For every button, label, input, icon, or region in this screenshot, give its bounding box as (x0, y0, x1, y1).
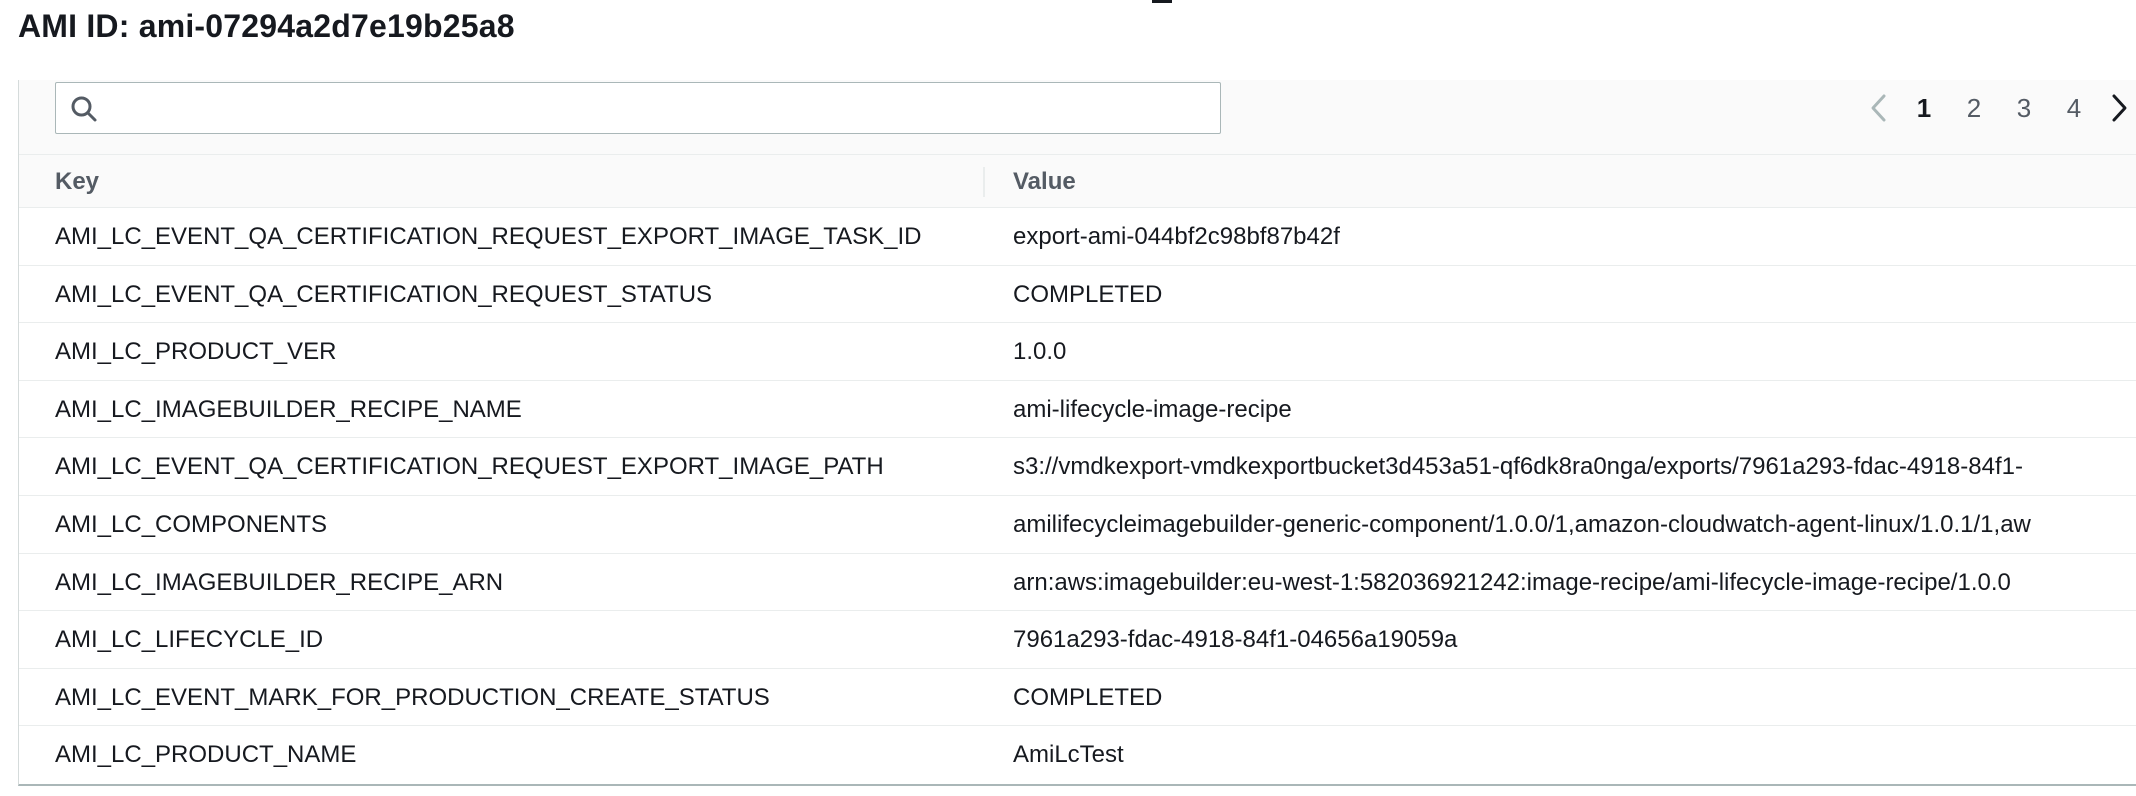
tag-value-cell: 1.0.0 (1013, 338, 1067, 366)
tags-panel: 1 2 3 4 Key Value AMI_LC_EVENT_QA_CERTIF… (18, 80, 2136, 786)
table-row: AMI_LC_EVENT_QA_CERTIFICATION_REQUEST_EX… (19, 208, 2136, 266)
tag-value-cell: 7961a293-fdac-4918-84f1-04656a19059a (1013, 626, 1458, 654)
tag-key-cell: AMI_LC_PRODUCT_NAME (55, 741, 357, 769)
next-page-button[interactable] (2099, 86, 2136, 130)
tag-value-cell: amilifecycleimagebuilder-generic-compone… (1013, 510, 2031, 538)
table-row: AMI_LC_IMAGEBUILDER_RECIPE_NAME ami-life… (19, 381, 2136, 439)
table-row: AMI_LC_LIFECYCLE_ID 7961a293-fdac-4918-8… (19, 611, 2136, 669)
tag-value-cell: s3://vmdkexport-vmdkexportbucket3d453a51… (1013, 453, 2023, 481)
tag-value-cell: COMPLETED (1013, 683, 1163, 711)
previous-page-button[interactable] (1859, 86, 1899, 130)
search-icon (70, 95, 98, 123)
table-body: AMI_LC_EVENT_QA_CERTIFICATION_REQUEST_EX… (19, 208, 2136, 784)
column-header-key[interactable]: Key (55, 155, 99, 209)
tag-key-cell: AMI_LC_LIFECYCLE_ID (55, 626, 324, 654)
tag-key-cell: AMI_LC_EVENT_MARK_FOR_PRODUCTION_CREATE_… (55, 683, 770, 711)
column-resizer[interactable] (983, 167, 985, 197)
table-row: AMI_LC_PRODUCT_VER 1.0.0 (19, 323, 2136, 381)
tag-key-cell: AMI_LC_COMPONENTS (55, 510, 328, 538)
table-toolbar: 1 2 3 4 (19, 80, 2136, 154)
tag-value-cell: ami-lifecycle-image-recipe (1013, 395, 1292, 423)
tag-key-cell: AMI_LC_IMAGEBUILDER_RECIPE_NAME (55, 395, 522, 423)
tag-key-cell: AMI_LC_EVENT_QA_CERTIFICATION_REQUEST_ST… (55, 280, 713, 308)
page-title: AMI ID: ami-07294a2d7e19b25a8 (18, 8, 515, 44)
tag-key-cell: AMI_LC_PRODUCT_VER (55, 338, 337, 366)
tag-value-cell: AmiLcTest (1013, 741, 1124, 769)
top-edge-marker (1152, 0, 1172, 3)
page-button-2[interactable]: 2 (1949, 86, 1999, 130)
chevron-right-icon (2112, 94, 2127, 122)
table-row: AMI_LC_EVENT_QA_CERTIFICATION_REQUEST_ST… (19, 266, 2136, 324)
table-row: AMI_LC_COMPONENTS amilifecycleimagebuild… (19, 496, 2136, 554)
tag-value-cell: export-ami-044bf2c98bf87b42f (1013, 223, 1340, 250)
table-row: AMI_LC_IMAGEBUILDER_RECIPE_ARN arn:aws:i… (19, 554, 2136, 612)
search-input[interactable] (112, 91, 1202, 125)
tag-key-cell: AMI_LC_IMAGEBUILDER_RECIPE_ARN (55, 568, 504, 596)
table-header: Key Value (19, 154, 2136, 208)
table-row: AMI_LC_EVENT_MARK_FOR_PRODUCTION_CREATE_… (19, 669, 2136, 727)
column-header-value[interactable]: Value (1013, 155, 1076, 209)
page-button-4[interactable]: 4 (2049, 86, 2099, 130)
tag-value-cell: arn:aws:imagebuilder:eu-west-1:582036921… (1013, 568, 2011, 596)
tag-value-cell: COMPLETED (1013, 280, 1163, 308)
table-row: AMI_LC_PRODUCT_NAME AmiLcTest (19, 726, 2136, 784)
tag-key-cell: AMI_LC_EVENT_QA_CERTIFICATION_REQUEST_EX… (55, 453, 884, 481)
table-row: AMI_LC_EVENT_QA_CERTIFICATION_REQUEST_EX… (19, 438, 2136, 496)
page-button-3[interactable]: 3 (1999, 86, 2049, 130)
chevron-left-icon (1871, 94, 1886, 122)
pagination: 1 2 3 4 (1859, 86, 2136, 130)
search-box[interactable] (55, 82, 1221, 134)
tag-key-cell: AMI_LC_EVENT_QA_CERTIFICATION_REQUEST_EX… (55, 223, 922, 250)
page-button-1[interactable]: 1 (1899, 86, 1949, 130)
